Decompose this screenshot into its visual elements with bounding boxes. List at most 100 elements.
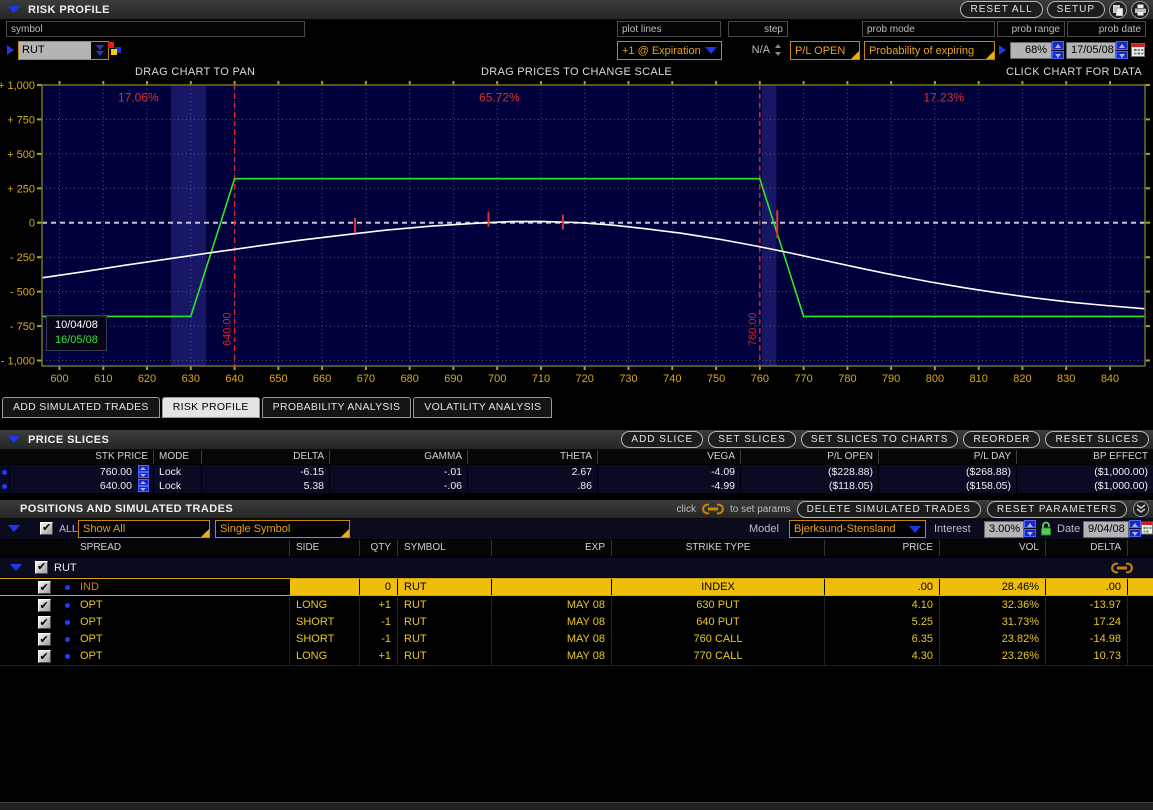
col-side: SIDE xyxy=(290,540,360,556)
pl-mode-dropdown[interactable]: P/L OPEN xyxy=(790,41,860,60)
params-hint: to set params xyxy=(730,504,791,515)
row-dot-icon xyxy=(65,585,70,590)
row-checkbox[interactable] xyxy=(38,616,51,629)
svg-text:650: 650 xyxy=(269,373,287,385)
calendar-icon[interactable] xyxy=(1141,521,1153,540)
slice-price[interactable]: 760.00 xyxy=(10,465,138,479)
tab-risk-profile[interactable]: RISK PROFILE xyxy=(162,397,260,418)
slice-price[interactable]: 640.00 xyxy=(10,479,138,493)
reset-all-button[interactable]: RESET ALL xyxy=(960,1,1042,18)
model-dropdown[interactable]: Bjerksund-Stensland xyxy=(789,520,926,538)
row-checkbox[interactable] xyxy=(38,650,51,663)
reset-parameters-button[interactable]: RESET PARAMETERS xyxy=(987,501,1127,518)
slice-row[interactable]: 640.00 Lock 5.38 -.06 .86 -4.99 ($118.05… xyxy=(0,479,1153,493)
lock-icon[interactable] xyxy=(1040,521,1052,541)
positions-header-row: SPREAD SIDE QTY SYMBOL EXP STRIKE TYPE P… xyxy=(0,540,1153,556)
vol-cell[interactable]: 31.73% xyxy=(940,614,1046,631)
group-checkbox[interactable] xyxy=(35,561,48,574)
position-row[interactable]: OPT SHORT -1 RUT MAY 08 640 PUT 5.25 31.… xyxy=(0,614,1153,632)
interest-input[interactable]: 3.00% xyxy=(984,521,1024,538)
reset-slices-button[interactable]: RESET SLICES xyxy=(1045,431,1149,448)
position-row-selected[interactable]: IND 0 RUT INDEX .00 28.46% .00 xyxy=(0,578,1153,596)
prob-range-input[interactable]: 68% xyxy=(1010,42,1052,59)
symbol-cell: RUT xyxy=(398,597,492,614)
collapse-group-icon[interactable] xyxy=(10,564,22,571)
tab-add-simulated-trades[interactable]: ADD SIMULATED TRADES xyxy=(2,397,160,418)
svg-text:790: 790 xyxy=(882,373,900,385)
qty-cell[interactable]: +1 xyxy=(360,648,398,665)
position-row[interactable]: OPT SHORT -1 RUT MAY 08 760 CALL 6.35 23… xyxy=(0,631,1153,649)
slice-gamma: -.01 xyxy=(330,465,468,479)
qty-cell[interactable]: +1 xyxy=(360,597,398,614)
svg-text:+ 250: + 250 xyxy=(7,183,35,195)
slice-theta: 2.67 xyxy=(468,465,598,479)
copy-icon[interactable] xyxy=(1109,1,1127,19)
vol-cell[interactable]: 23.82% xyxy=(940,631,1046,648)
position-row[interactable]: OPT LONG +1 RUT MAY 08 770 CALL 4.30 23.… xyxy=(0,648,1153,666)
collapse-positions-icon[interactable] xyxy=(8,525,20,532)
vol-cell[interactable]: 32.36% xyxy=(940,597,1046,614)
symbol-input[interactable]: RUT xyxy=(19,42,91,59)
qty-cell[interactable]: 0 xyxy=(360,579,398,595)
slice-pl-open: ($118.05) xyxy=(741,479,879,493)
tab-volatility-analysis[interactable]: VOLATILITY ANALYSIS xyxy=(413,397,552,418)
prob-date-spinner[interactable] xyxy=(1116,41,1128,59)
show-all-dropdown[interactable]: Show All xyxy=(78,520,210,538)
collapse-panel-icon[interactable] xyxy=(1133,501,1149,517)
reorder-button[interactable]: REORDER xyxy=(963,431,1040,448)
print-icon[interactable] xyxy=(1131,1,1149,19)
set-slices-to-charts-button[interactable]: SET SLICES TO CHARTS xyxy=(801,431,959,448)
svg-text:680: 680 xyxy=(401,373,419,385)
vol-cell[interactable]: 23.26% xyxy=(940,648,1046,665)
slice-vega: -4.09 xyxy=(598,465,741,479)
all-checkbox[interactable] xyxy=(40,522,53,535)
slice-price-spinner[interactable] xyxy=(138,479,149,492)
prob-date-input[interactable]: 17/05/08 xyxy=(1066,42,1116,59)
plot-lines-dropdown[interactable]: +1 @ Expiration xyxy=(617,41,722,60)
collapse-slices-icon[interactable] xyxy=(8,436,20,443)
setup-button[interactable]: SETUP xyxy=(1047,1,1105,18)
calendar-icon[interactable] xyxy=(1131,42,1146,63)
slice-dot-icon xyxy=(2,470,7,475)
svg-text:610: 610 xyxy=(94,373,112,385)
single-symbol-dropdown[interactable]: Single Symbol xyxy=(215,520,350,538)
col-price: PRICE xyxy=(825,540,940,556)
row-checkbox[interactable] xyxy=(38,581,51,594)
side-cell: SHORT xyxy=(290,614,360,631)
risk-profile-chart[interactable]: 6006106206306406506606706806907007107207… xyxy=(0,64,1153,396)
prob-range-spinner[interactable] xyxy=(1052,41,1064,59)
svg-text:17.23%: 17.23% xyxy=(923,91,964,105)
col-strike-type: STRIKE TYPE xyxy=(612,540,825,556)
date-spinner[interactable] xyxy=(1129,520,1141,537)
position-row[interactable]: OPT LONG +1 RUT MAY 08 630 PUT 4.10 32.3… xyxy=(0,597,1153,615)
slice-mode[interactable]: Lock xyxy=(154,465,202,479)
row-checkbox[interactable] xyxy=(38,599,51,612)
symbol-combobox[interactable]: RUT xyxy=(18,41,109,60)
set-slices-button[interactable]: SET SLICES xyxy=(708,431,796,448)
slice-delta: -6.15 xyxy=(202,465,330,479)
slice-price-spinner[interactable] xyxy=(138,465,149,478)
delete-simulated-trades-button[interactable]: DELETE SIMULATED TRADES xyxy=(797,501,981,518)
price-slices-title: PRICE SLICES xyxy=(28,434,109,446)
link-group-icon[interactable] xyxy=(108,42,123,57)
slice-mode[interactable]: Lock xyxy=(154,479,202,493)
row-dot-icon xyxy=(65,603,70,608)
prob-mode-dropdown[interactable]: Probability of expiring xyxy=(864,41,995,60)
row-checkbox[interactable] xyxy=(38,633,51,646)
wrench-icon[interactable] xyxy=(1111,562,1133,574)
interest-spinner[interactable] xyxy=(1024,520,1036,537)
collapse-section-icon[interactable] xyxy=(8,6,20,13)
add-slice-button[interactable]: ADD SLICE xyxy=(621,431,703,448)
slice-pl-open: ($228.88) xyxy=(741,465,879,479)
step-stepper[interactable] xyxy=(774,43,783,57)
qty-cell[interactable]: -1 xyxy=(360,631,398,648)
qty-cell[interactable]: -1 xyxy=(360,614,398,631)
wrench-icon xyxy=(702,503,724,515)
tab-probability-analysis[interactable]: PROBABILITY ANALYSIS xyxy=(262,397,412,418)
slice-row[interactable]: 760.00 Lock -6.15 -.01 2.67 -4.09 ($228.… xyxy=(0,465,1153,480)
symbol-group-row[interactable]: RUT xyxy=(0,558,1153,577)
svg-text:- 500: - 500 xyxy=(10,287,35,299)
date-input[interactable]: 9/04/08 xyxy=(1083,521,1129,538)
vol-cell[interactable]: 28.46% xyxy=(940,579,1046,595)
symbol-dropdown-icon[interactable] xyxy=(91,42,108,59)
